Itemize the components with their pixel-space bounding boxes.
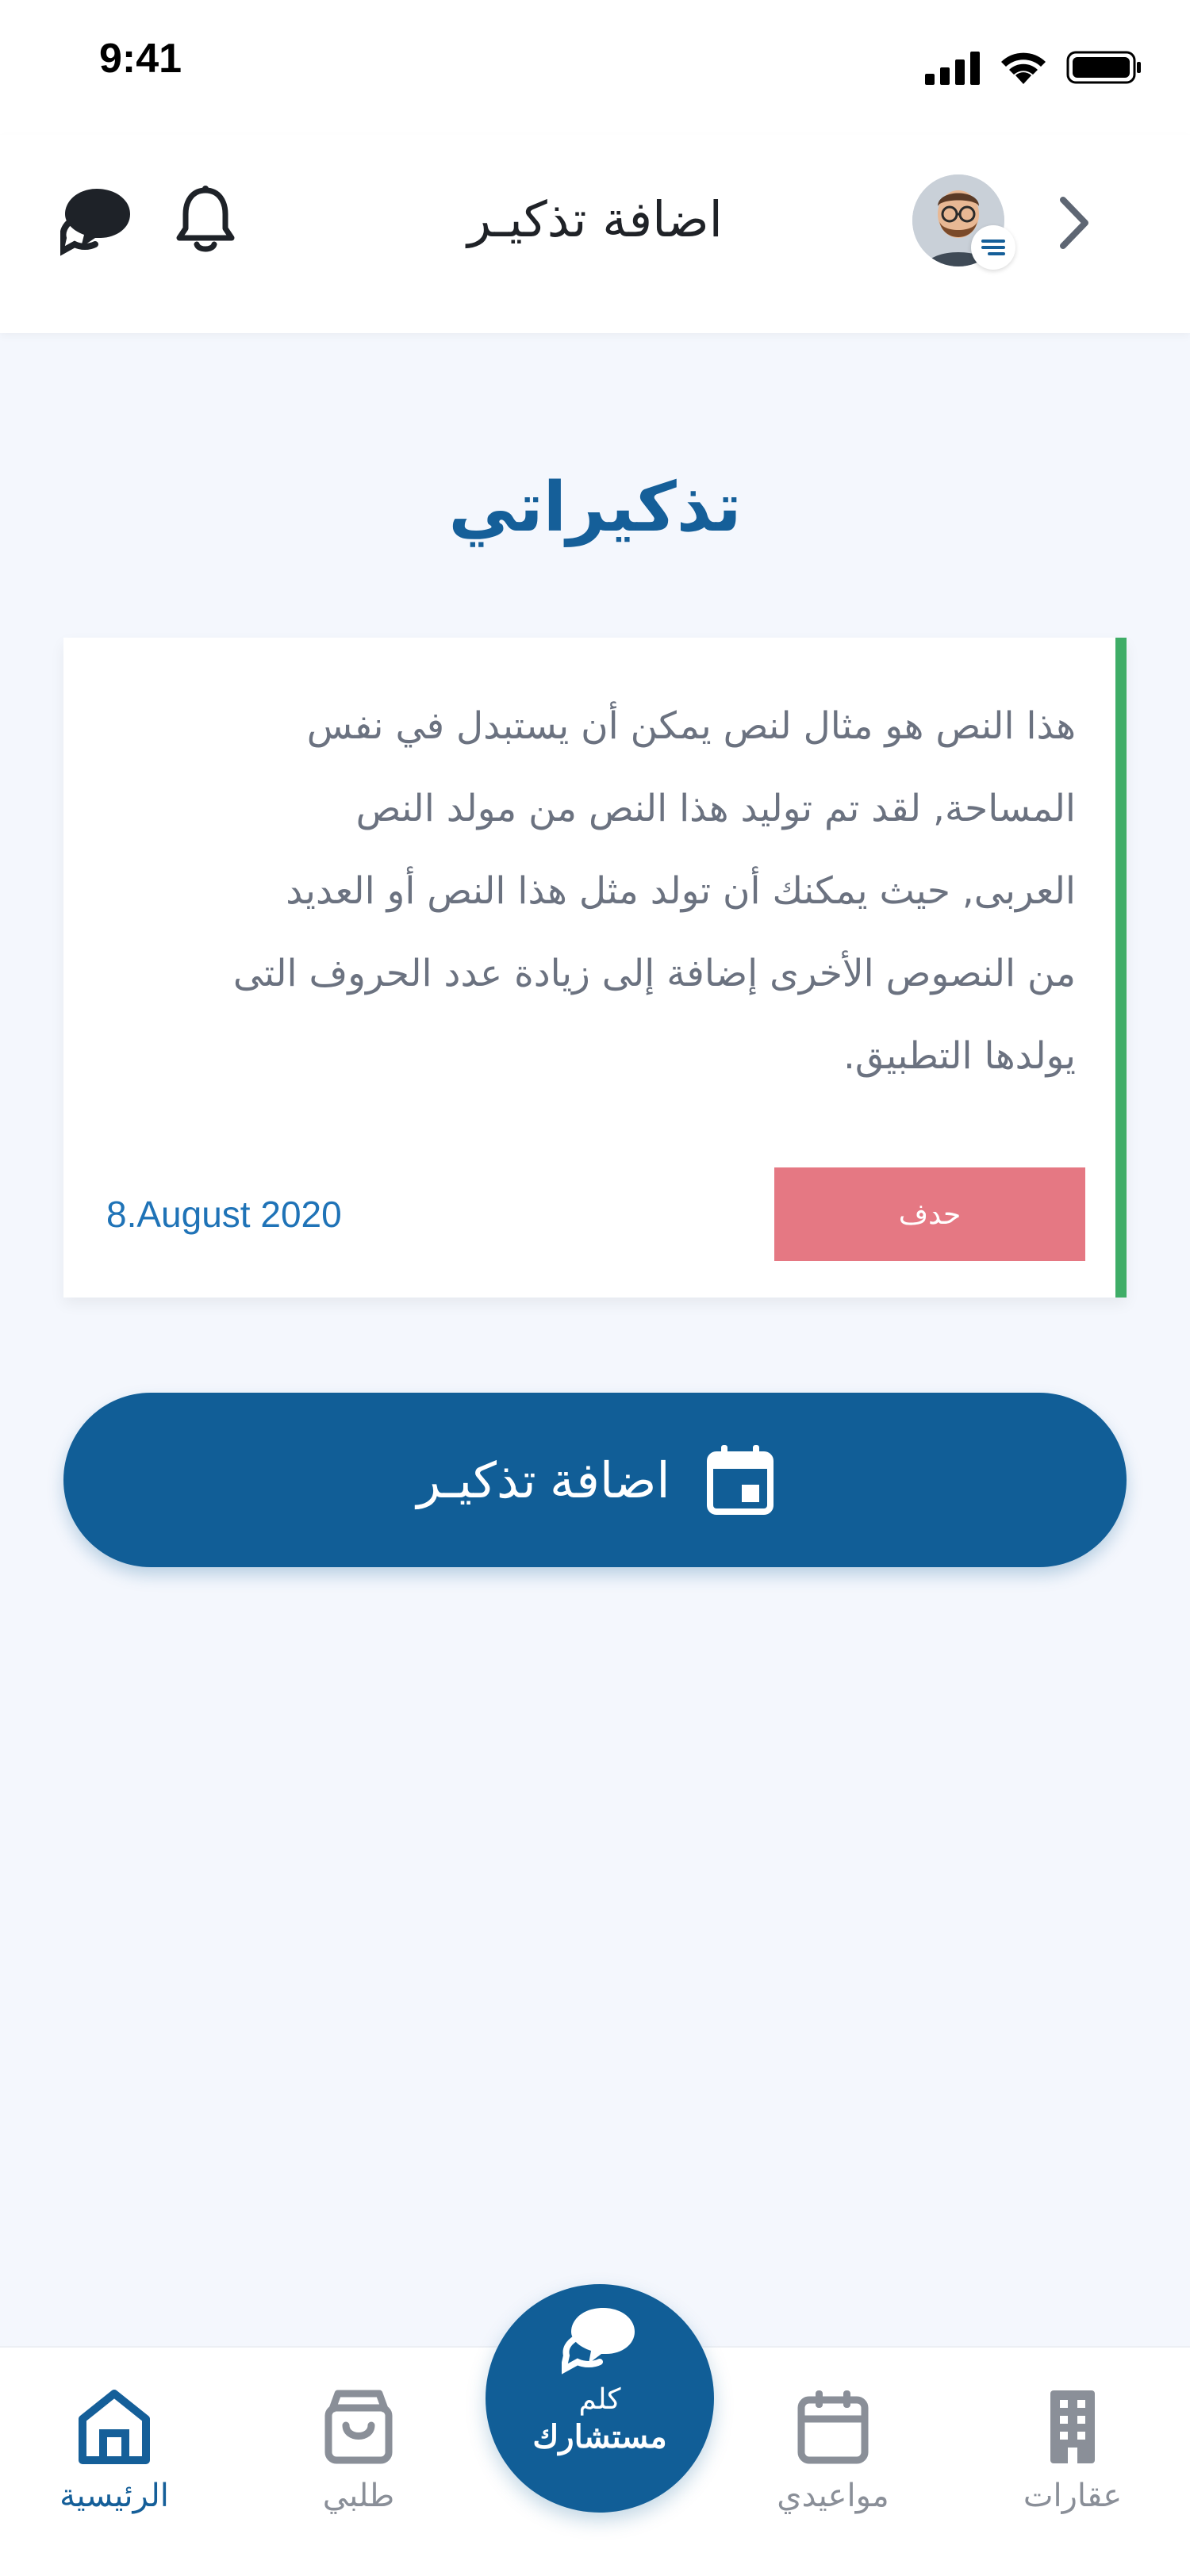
nav-item-orders[interactable]: طلبي: [263, 2387, 454, 2514]
status-icons: [925, 49, 1142, 86]
reminder-text-line: يولدها التطبيق.: [843, 1034, 1076, 1078]
chevron-right-icon: [1060, 197, 1088, 249]
reminder-text: هذا النص هو مثال لنص يمكن أن يستبدل في ن…: [108, 685, 1076, 1098]
app-header: اضافة تذكيـر: [0, 135, 1190, 333]
reminder-card: هذا النص هو مثال لنص يمكن أن يستبدل في ن…: [63, 638, 1127, 1298]
battery-icon: [1066, 51, 1141, 84]
nav-label: مواعيدي: [777, 2478, 889, 2514]
reminder-text-line: المساحة, لقد تم توليد هذا النص من مولد ا…: [355, 787, 1076, 830]
reminder-text-line: العربى, حيث يمكنك أن تولد مثل هذا النص أ…: [286, 869, 1076, 913]
shopping-bag-icon: [324, 2390, 393, 2464]
add-reminder-label: اضافة تذكيـر: [416, 1453, 670, 1508]
menu-badge[interactable]: [971, 225, 1015, 270]
nav-label: الرئيسية: [60, 2478, 169, 2514]
delete-button[interactable]: حدف: [774, 1167, 1085, 1261]
building-icon: [1050, 2390, 1095, 2463]
nav-item-appointments[interactable]: مواعيدي: [738, 2387, 928, 2514]
nav-label: عقارات: [1023, 2478, 1123, 2514]
nav-item-real-estate[interactable]: عقارات: [977, 2387, 1168, 2514]
reminder-text-line: هذا النص هو مثال لنص يمكن أن يستبدل في ن…: [306, 704, 1076, 748]
page-heading: تذكيراتي: [448, 468, 742, 547]
menu-icon: [981, 240, 1005, 255]
talk-to-advisor-button[interactable]: كلم مستشارك: [486, 2284, 714, 2513]
add-reminder-button[interactable]: اضافة تذكيـر: [63, 1393, 1127, 1567]
fab-label-main: مستشارك: [532, 2420, 667, 2455]
status-bar: 9:41: [0, 0, 1190, 135]
home-icon: [79, 2390, 150, 2464]
nav-item-home[interactable]: الرئيسية: [19, 2387, 209, 2514]
wifi-icon: [1001, 52, 1046, 84]
signal-icon: [925, 52, 980, 85]
status-time: 9:41: [99, 36, 182, 82]
reminder-date: 8.August 2020: [106, 1194, 342, 1235]
nav-label: طلبي: [322, 2478, 395, 2514]
fab-label-small: كلم: [578, 2382, 621, 2415]
calendar-icon: [706, 1445, 774, 1515]
chat-bubbles-icon: [562, 2308, 635, 2375]
reminder-text-line: من النصوص الأخرى إضافة إلى زيادة عدد الح…: [232, 952, 1076, 995]
back-button[interactable]: [1052, 194, 1096, 252]
calendar-icon: [797, 2390, 869, 2464]
